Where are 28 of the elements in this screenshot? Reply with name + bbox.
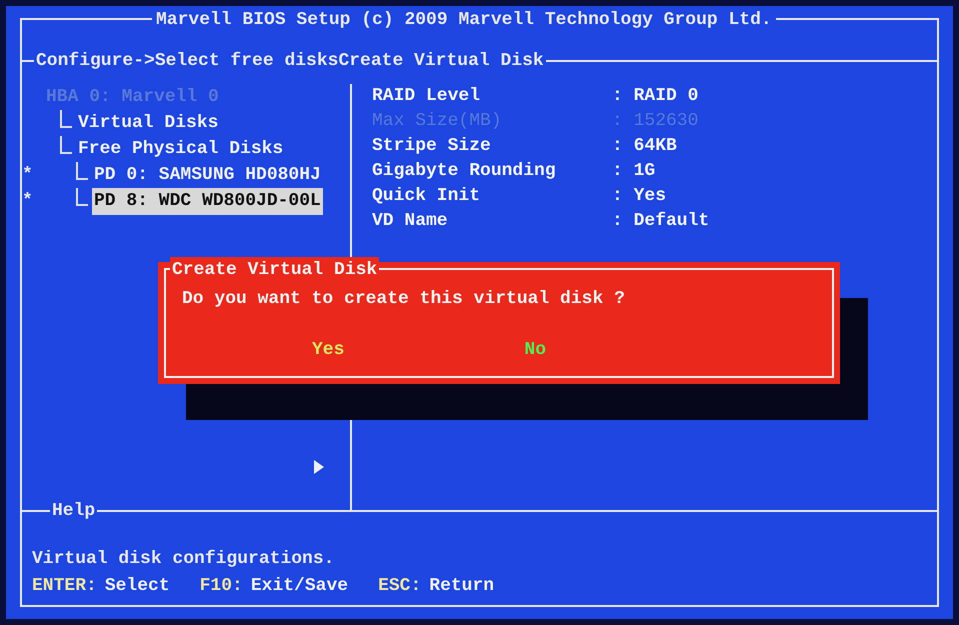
selection-marker: * <box>22 190 33 210</box>
caret-right-icon <box>314 460 324 474</box>
setting-value[interactable]: : Default <box>612 208 710 235</box>
key-action: Return <box>429 575 494 598</box>
tree-connector <box>60 136 72 154</box>
key-action: Select <box>104 575 170 598</box>
tree-connector <box>76 162 88 180</box>
key-name: ESC: <box>378 575 422 598</box>
dialog-message: Do you want to create this virtual disk ? <box>182 288 625 311</box>
setting-label: VD Name <box>372 210 449 233</box>
setting-label: Gigabyte Rounding <box>372 160 557 183</box>
window-title: Marvell BIOS Setup (c) 2009 Marvell Technology Group Ltd. <box>156 10 772 30</box>
key-name: ENTER: <box>32 575 97 598</box>
setting-label: RAID Level <box>372 85 482 108</box>
tree-connector <box>60 110 72 128</box>
dialog-option[interactable]: Yes <box>312 337 344 364</box>
setting-value[interactable]: : RAID 0 <box>612 83 698 110</box>
key-name: F10: <box>200 575 243 598</box>
setting-value[interactable]: : Yes <box>612 183 666 210</box>
setting-label: Quick Init <box>372 185 482 208</box>
setting-value[interactable]: : 1G <box>612 158 656 185</box>
setting-value[interactable]: : 64KB <box>612 133 677 160</box>
key-action: Exit/Save <box>250 575 348 598</box>
selection-marker: * <box>22 164 33 184</box>
tree-connector <box>76 188 88 206</box>
setting-label: Stripe Size <box>372 135 492 158</box>
setting-label: Max Size(MB) <box>372 110 503 133</box>
help-text: Virtual disk configurations. <box>32 548 334 571</box>
